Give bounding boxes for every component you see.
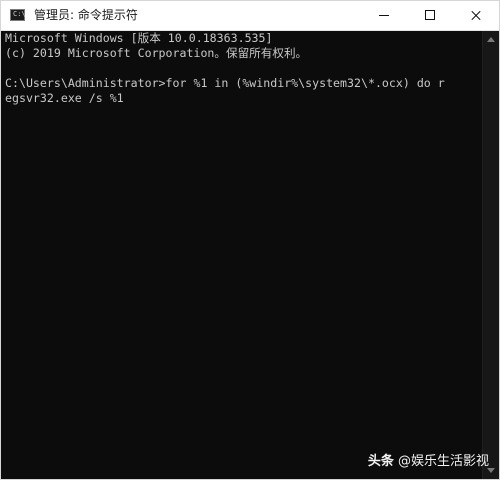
window-title: 管理员: 命令提示符 — [34, 8, 138, 22]
scroll-up-arrow-icon[interactable] — [487, 37, 495, 42]
console-output[interactable]: Microsoft Windows [版本 10.0.18363.535] (c… — [1, 31, 481, 479]
maximize-button[interactable] — [407, 1, 453, 30]
console-line: Microsoft Windows [版本 10.0.18363.535] — [5, 31, 273, 45]
console-line: egsvr32.exe /s %1 — [5, 91, 124, 105]
title-bar[interactable]: C:\ 管理员: 命令提示符 — [1, 1, 499, 31]
vertical-scrollbar[interactable] — [482, 31, 499, 479]
console-icon[interactable]: C:\ — [10, 9, 26, 21]
console-line: (c) 2019 Microsoft Corporation。保留所有权利。 — [5, 46, 308, 60]
minimize-button[interactable] — [361, 1, 407, 30]
watermark-brand: 头条 — [367, 454, 394, 469]
watermark-handle: @娱乐生活影视 — [397, 454, 489, 469]
console-line: C:\Users\Administrator>for %1 in (%windi… — [5, 76, 445, 90]
watermark: 头条 @娱乐生活影视 — [368, 453, 489, 471]
console-icon-glyph: C:\ — [13, 10, 26, 18]
close-button[interactable] — [453, 1, 499, 30]
command-prompt-window: C:\ 管理员: 命令提示符 Microsoft Windows [版本 10.… — [0, 0, 500, 480]
